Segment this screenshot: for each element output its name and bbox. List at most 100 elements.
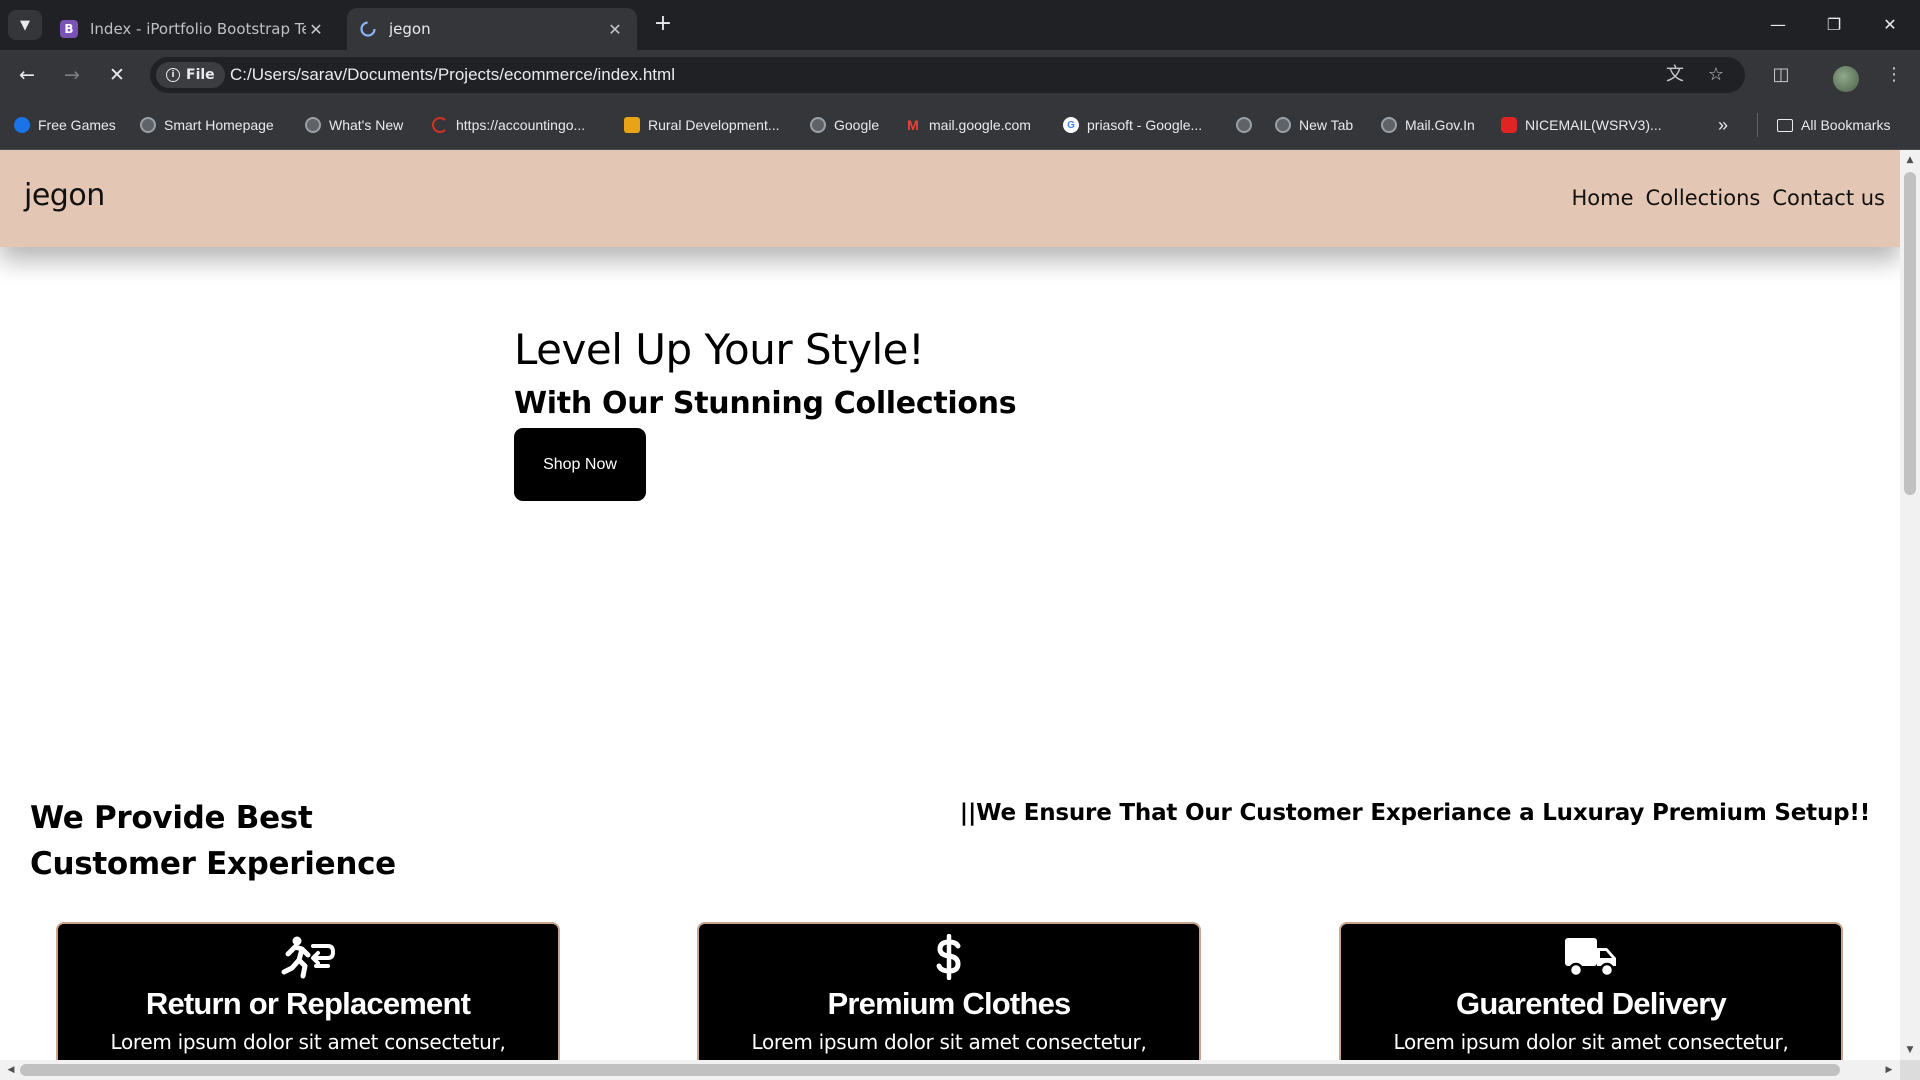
bookmark-accounting[interactable]: https://accountingo...	[432, 114, 585, 136]
tab-iportfolio[interactable]: B Index - iPortfolio Bootstrap Template …	[48, 8, 338, 50]
new-tab-button[interactable]: +	[650, 12, 676, 38]
hero-title: Level Up Your Style!	[514, 325, 925, 374]
vertical-scroll-thumb[interactable]	[1904, 172, 1916, 495]
hero-subtitle: With Our Stunning Collections	[514, 386, 1017, 421]
restore-button[interactable]: ❐	[1806, 10, 1862, 40]
globe-icon	[1381, 117, 1397, 133]
all-bookmarks-label: All Bookmarks	[1801, 117, 1891, 133]
site-header: jegon Home Collections Contact us	[0, 150, 1900, 247]
globe-icon	[305, 117, 321, 133]
feature-card-return: Return or Replacement Lorem ipsum dolor …	[56, 922, 560, 1060]
feature-text: Lorem ipsum dolor sit amet consectetur,	[1393, 1030, 1789, 1054]
address-bar[interactable]: i File C:/Users/sarav/Documents/Projects…	[150, 57, 1745, 93]
star-icon[interactable]: ☆	[1704, 63, 1728, 87]
window-close-button[interactable]: ✕	[1862, 10, 1918, 40]
tab-title: jegon	[389, 20, 431, 38]
globe-icon	[810, 117, 826, 133]
feature-title: Premium Clothes	[827, 986, 1072, 1021]
dollar-icon	[936, 934, 961, 980]
page-viewport: jegon Home Collections Contact us Level …	[0, 150, 1900, 1060]
info-icon: i	[166, 68, 180, 82]
bookmark-label: Mail.Gov.In	[1405, 117, 1475, 133]
accounting-icon	[432, 117, 448, 133]
loading-icon	[359, 20, 377, 38]
stop-loading-button[interactable]: ✕	[102, 61, 132, 89]
provide-heading: We Provide Best Customer Experience	[30, 800, 396, 882]
rural-icon	[624, 117, 640, 133]
scroll-right-icon[interactable]: ▶	[1880, 1060, 1898, 1080]
url-text[interactable]: C:/Users/sarav/Documents/Projects/ecomme…	[230, 57, 675, 93]
bookmark-unnamed[interactable]	[1236, 114, 1252, 136]
bookmark-label: https://accountingo...	[456, 117, 586, 133]
folder-icon	[1777, 118, 1793, 132]
forward-button[interactable]: →	[57, 61, 87, 89]
horizontal-scroll-thumb[interactable]	[20, 1064, 1840, 1076]
tab-title: Index - iPortfolio Bootstrap Template	[90, 20, 306, 38]
profile-avatar[interactable]	[1833, 66, 1859, 92]
tab-jegon[interactable]: jegon ✕	[347, 8, 637, 50]
close-icon: ✕	[109, 64, 125, 86]
close-icon[interactable]: ✕	[605, 20, 625, 39]
menu-icon[interactable]: ⋮	[1880, 61, 1908, 89]
nav-home[interactable]: Home	[1572, 186, 1634, 210]
bookmarks-divider	[1757, 113, 1758, 137]
close-icon[interactable]: ✕	[306, 20, 326, 39]
feature-text: Lorem ipsum dolor sit amet consectetur,	[110, 1030, 506, 1054]
bookmark-label: New Tab	[1299, 117, 1354, 133]
globe-icon	[140, 117, 156, 133]
horizontal-scrollbar[interactable]: ◀ ▶	[0, 1060, 1900, 1080]
bookmark-nicemail[interactable]: NICEMAIL(WSRV3)...	[1501, 114, 1662, 136]
scrollbar-corner	[1900, 1060, 1920, 1080]
bookmark-new-tab[interactable]: New Tab	[1275, 114, 1353, 136]
bookmark-priasoft[interactable]: G priasoft - Google...	[1063, 114, 1202, 136]
bookmark-mail-gov[interactable]: Mail.Gov.In	[1381, 114, 1475, 136]
tab-strip: ▼ B Index - iPortfolio Bootstrap Templat…	[0, 0, 1920, 50]
bookmark-rural-development[interactable]: Rural Development...	[624, 114, 780, 136]
feature-text: Lorem ipsum dolor sit amet consectetur,	[751, 1030, 1147, 1054]
nav-contact-us[interactable]: Contact us	[1772, 186, 1885, 210]
bookmark-label: Free Games	[38, 117, 116, 133]
shop-now-button[interactable]: Shop Now	[514, 428, 646, 501]
feature-title: Guarented Delivery	[1456, 986, 1727, 1021]
site-info-label: File	[186, 67, 215, 83]
bookmark-label: mail.google.com	[929, 117, 1031, 133]
bookmark-google[interactable]: Google	[810, 114, 879, 136]
site-brand[interactable]: jegon	[24, 178, 105, 213]
bookmark-label: Rural Development...	[648, 117, 780, 133]
translate-icon[interactable]: 文	[1663, 63, 1687, 87]
arrow-left-icon: ←	[19, 64, 35, 86]
bookmark-label: What's New	[329, 117, 404, 133]
site-info-chip[interactable]: i File	[156, 62, 225, 88]
vertical-scrollbar[interactable]: ▲ ▼	[1900, 150, 1920, 1060]
return-icon	[281, 936, 336, 979]
feature-card-premium: Premium Clothes Lorem ipsum dolor sit am…	[697, 922, 1201, 1060]
bookmark-whats-new[interactable]: What's New	[305, 114, 403, 136]
feature-card-delivery: Guarented Delivery Lorem ipsum dolor sit…	[1339, 922, 1843, 1060]
globe-icon	[1236, 117, 1252, 133]
feature-title: Return or Replacement	[145, 986, 471, 1021]
bookmark-gmail[interactable]: M mail.google.com	[905, 114, 1031, 136]
truck-icon	[1565, 938, 1616, 978]
free-games-icon	[14, 117, 30, 133]
minimize-button[interactable]: —	[1750, 10, 1806, 40]
extensions-icon[interactable]: ◫	[1767, 61, 1795, 89]
bookmark-smart-homepage[interactable]: Smart Homepage	[140, 114, 274, 136]
ensure-text: ||We Ensure That Our Customer Experiance…	[959, 800, 1870, 826]
back-button[interactable]: ←	[12, 61, 42, 89]
scroll-down-icon[interactable]: ▼	[1900, 1042, 1920, 1058]
bookmark-label: NICEMAIL(WSRV3)...	[1525, 117, 1662, 133]
nicemail-icon	[1501, 117, 1517, 133]
all-bookmarks-button[interactable]: All Bookmarks	[1777, 114, 1890, 136]
gmail-icon: M	[907, 117, 919, 133]
more-bookmarks-button[interactable]: »	[1718, 114, 1728, 136]
double-chevron-right-icon: »	[1718, 114, 1729, 135]
google-icon: G	[1063, 117, 1079, 133]
site-nav: Home Collections Contact us	[1572, 186, 1885, 210]
bookmark-label: priasoft - Google...	[1087, 117, 1203, 133]
bootstrap-icon: B	[60, 20, 78, 38]
scroll-left-icon[interactable]: ◀	[2, 1060, 20, 1080]
tab-search-button[interactable]: ▼	[8, 10, 42, 40]
scroll-up-icon[interactable]: ▲	[1900, 152, 1920, 168]
nav-collections[interactable]: Collections	[1646, 186, 1761, 210]
bookmark-free-games[interactable]: Free Games	[14, 114, 116, 136]
